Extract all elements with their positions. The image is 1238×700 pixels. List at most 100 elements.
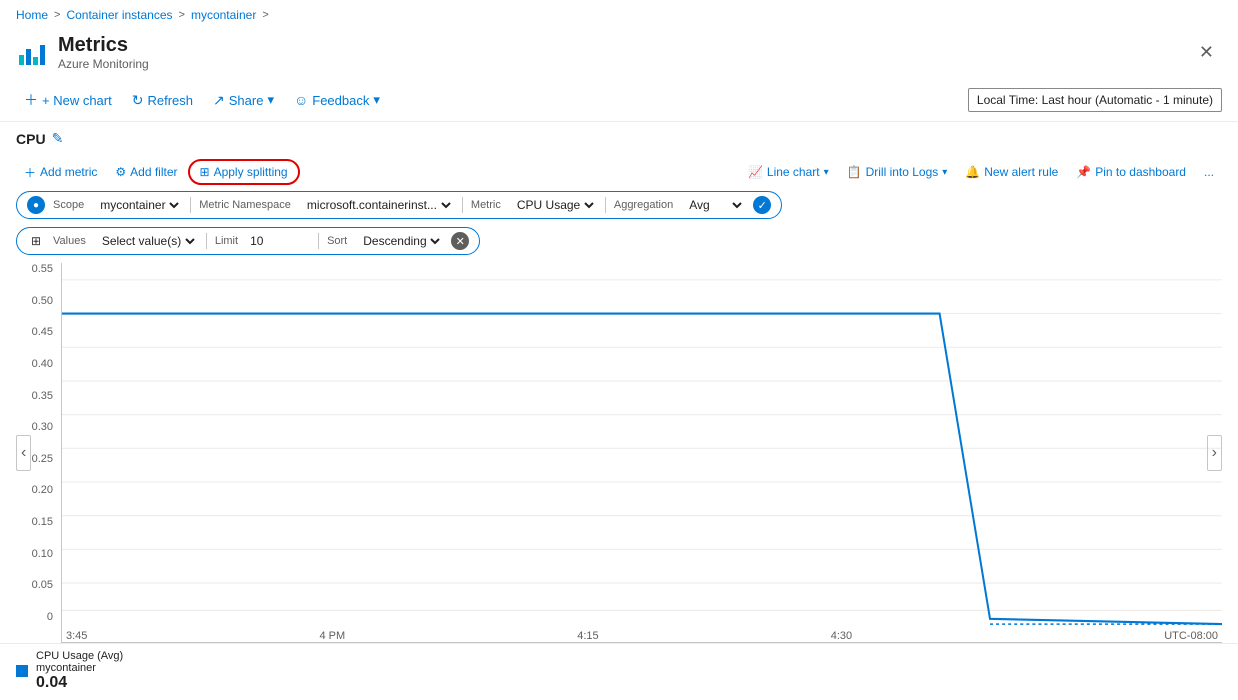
add-metric-label: Add metric	[40, 165, 97, 179]
new-chart-button[interactable]: ＋ + New chart	[16, 85, 120, 115]
line-chart-icon: 📈	[748, 165, 763, 179]
close-button[interactable]: ✕	[1191, 38, 1222, 67]
drill-into-logs-button[interactable]: 📋 Drill into Logs ▾	[839, 161, 956, 183]
page-title: Metrics	[58, 34, 149, 57]
y-label-010: 0.10	[32, 548, 53, 560]
new-alert-rule-button[interactable]: 🔔 New alert rule	[957, 161, 1066, 183]
feedback-label: Feedback	[312, 93, 369, 108]
new-chart-label: + New chart	[42, 93, 112, 108]
feedback-button[interactable]: ☺ Feedback ▾	[286, 87, 388, 113]
x-label-345: 3:45	[66, 630, 87, 642]
page-subtitle: Azure Monitoring	[58, 57, 149, 71]
x-label-4pm: 4 PM	[319, 630, 345, 642]
pin-icon: 📌	[1076, 165, 1091, 179]
scope-select[interactable]: mycontainer	[96, 197, 182, 213]
x-label-utc: UTC-08:00	[1164, 630, 1218, 642]
alert-icon: 🔔	[965, 165, 980, 179]
limit-input[interactable]	[250, 234, 310, 248]
add-filter-button[interactable]: ⚙ Add filter	[107, 161, 185, 183]
limit-label: Limit	[215, 235, 238, 247]
y-label-030: 0.30	[32, 421, 53, 433]
y-label-055: 0.55	[32, 263, 53, 275]
check-circle[interactable]: ✓	[753, 196, 771, 214]
y-label-005: 0.05	[32, 579, 53, 591]
legend-sublabel: mycontainer	[36, 662, 123, 674]
chart-inner: 0.55 0.50 0.45 0.40 0.35 0.30 0.25 0.20 …	[16, 263, 1222, 643]
logs-icon: 📋	[847, 165, 862, 179]
chart-title: CPU	[16, 131, 46, 147]
refresh-button[interactable]: ↻ Refresh	[124, 87, 201, 114]
page-header: Metrics Azure Monitoring ✕	[0, 30, 1238, 79]
legend-color-swatch	[16, 665, 28, 677]
apply-splitting-button[interactable]: ⊞ Apply splitting	[188, 159, 300, 185]
sort-label: Sort	[327, 235, 347, 247]
divider5	[318, 233, 319, 249]
add-metric-plus-icon: ＋	[24, 164, 36, 181]
y-label-045: 0.45	[32, 326, 53, 338]
main-toolbar: ＋ + New chart ↻ Refresh ↗ Share ▾ ☺ Feed…	[0, 79, 1238, 122]
add-filter-label: Add filter	[130, 165, 177, 179]
breadcrumb-sep2: >	[179, 9, 185, 21]
logs-caret-icon: ▾	[942, 167, 947, 178]
apply-splitting-label: Apply splitting	[214, 165, 288, 179]
metric-group-main: ● Scope mycontainer Metric Namespace mic…	[16, 191, 782, 219]
breadcrumb-mycontainer[interactable]: mycontainer	[191, 8, 256, 22]
breadcrumb-home[interactable]: Home	[16, 8, 48, 22]
divider1	[190, 197, 191, 213]
y-label-015: 0.15	[32, 516, 53, 528]
feedback-icon: ☺	[294, 92, 308, 108]
metric-row: ● Scope mycontainer Metric Namespace mic…	[16, 191, 1222, 255]
breadcrumb-sep1: >	[54, 9, 60, 21]
pin-to-dashboard-label: Pin to dashboard	[1095, 165, 1186, 179]
aggregation-select[interactable]: Avg	[685, 197, 745, 213]
splitting-values-icon: ⊞	[27, 232, 45, 250]
edit-icon[interactable]: ✎	[52, 130, 64, 147]
scope-label: Scope	[53, 199, 84, 211]
splitting-icon: ⊞	[200, 165, 210, 179]
share-button[interactable]: ↗ Share ▾	[205, 87, 282, 114]
chart-container: ‹ 0.55 0.50 0.45 0.40 0.35 0.30 0.25 0.2…	[16, 263, 1222, 643]
legend-value: 0.04	[36, 674, 123, 692]
y-label-040: 0.40	[32, 358, 53, 370]
remove-splitting-button[interactable]: ✕	[451, 232, 469, 250]
share-caret-icon: ▾	[267, 92, 274, 108]
divider3	[605, 197, 606, 213]
plus-icon: ＋	[24, 90, 38, 110]
y-label-025: 0.25	[32, 453, 53, 465]
add-metric-button[interactable]: ＋ Add metric	[16, 160, 105, 185]
share-icon: ↗	[213, 92, 225, 109]
chart-svg	[62, 263, 1222, 642]
share-label: Share	[229, 93, 264, 108]
filter-icon: ⚙	[115, 165, 126, 179]
more-options-button[interactable]: ...	[1196, 161, 1222, 183]
sort-select[interactable]: Descending	[359, 233, 443, 249]
namespace-select[interactable]: microsoft.containerinst...	[303, 197, 454, 213]
chart-title-row: CPU ✎	[16, 130, 1222, 147]
line-chart-caret-icon: ▾	[824, 167, 829, 178]
chart-nav-left-button[interactable]: ‹	[16, 435, 31, 471]
time-picker-button[interactable]: Local Time: Last hour (Automatic - 1 min…	[968, 88, 1222, 112]
breadcrumb: Home > Container instances > mycontainer…	[0, 0, 1238, 30]
values-label: Values	[53, 235, 86, 247]
x-label-415: 4:15	[577, 630, 598, 642]
pin-to-dashboard-button[interactable]: 📌 Pin to dashboard	[1068, 161, 1194, 183]
chart-plot: 3:45 4 PM 4:15 4:30 UTC-08:00	[61, 263, 1222, 643]
metric-select[interactable]: CPU Usage	[513, 197, 597, 213]
new-alert-rule-label: New alert rule	[984, 165, 1058, 179]
divider4	[206, 233, 207, 249]
metric-label: Metric	[471, 199, 501, 211]
namespace-label: Metric Namespace	[199, 199, 291, 211]
y-label-000: 0	[47, 611, 53, 623]
x-label-430: 4:30	[831, 630, 852, 642]
chart-section: CPU ✎ ＋ Add metric ⚙ Add filter ⊞ Apply …	[0, 122, 1238, 643]
refresh-icon: ↻	[132, 92, 144, 109]
chart-toolbar: ＋ Add metric ⚙ Add filter ⊞ Apply splitt…	[16, 155, 1222, 191]
chart-nav-right-button[interactable]: ›	[1207, 435, 1222, 471]
splitting-group: ⊞ Values Select value(s) Limit Sort Desc…	[16, 227, 480, 255]
line-chart-button[interactable]: 📈 Line chart ▾	[740, 161, 837, 183]
breadcrumb-container-instances[interactable]: Container instances	[66, 8, 172, 22]
aggregation-label: Aggregation	[614, 199, 673, 211]
y-label-035: 0.35	[32, 390, 53, 402]
feedback-caret-icon: ▾	[373, 92, 380, 108]
values-select[interactable]: Select value(s)	[98, 233, 198, 249]
